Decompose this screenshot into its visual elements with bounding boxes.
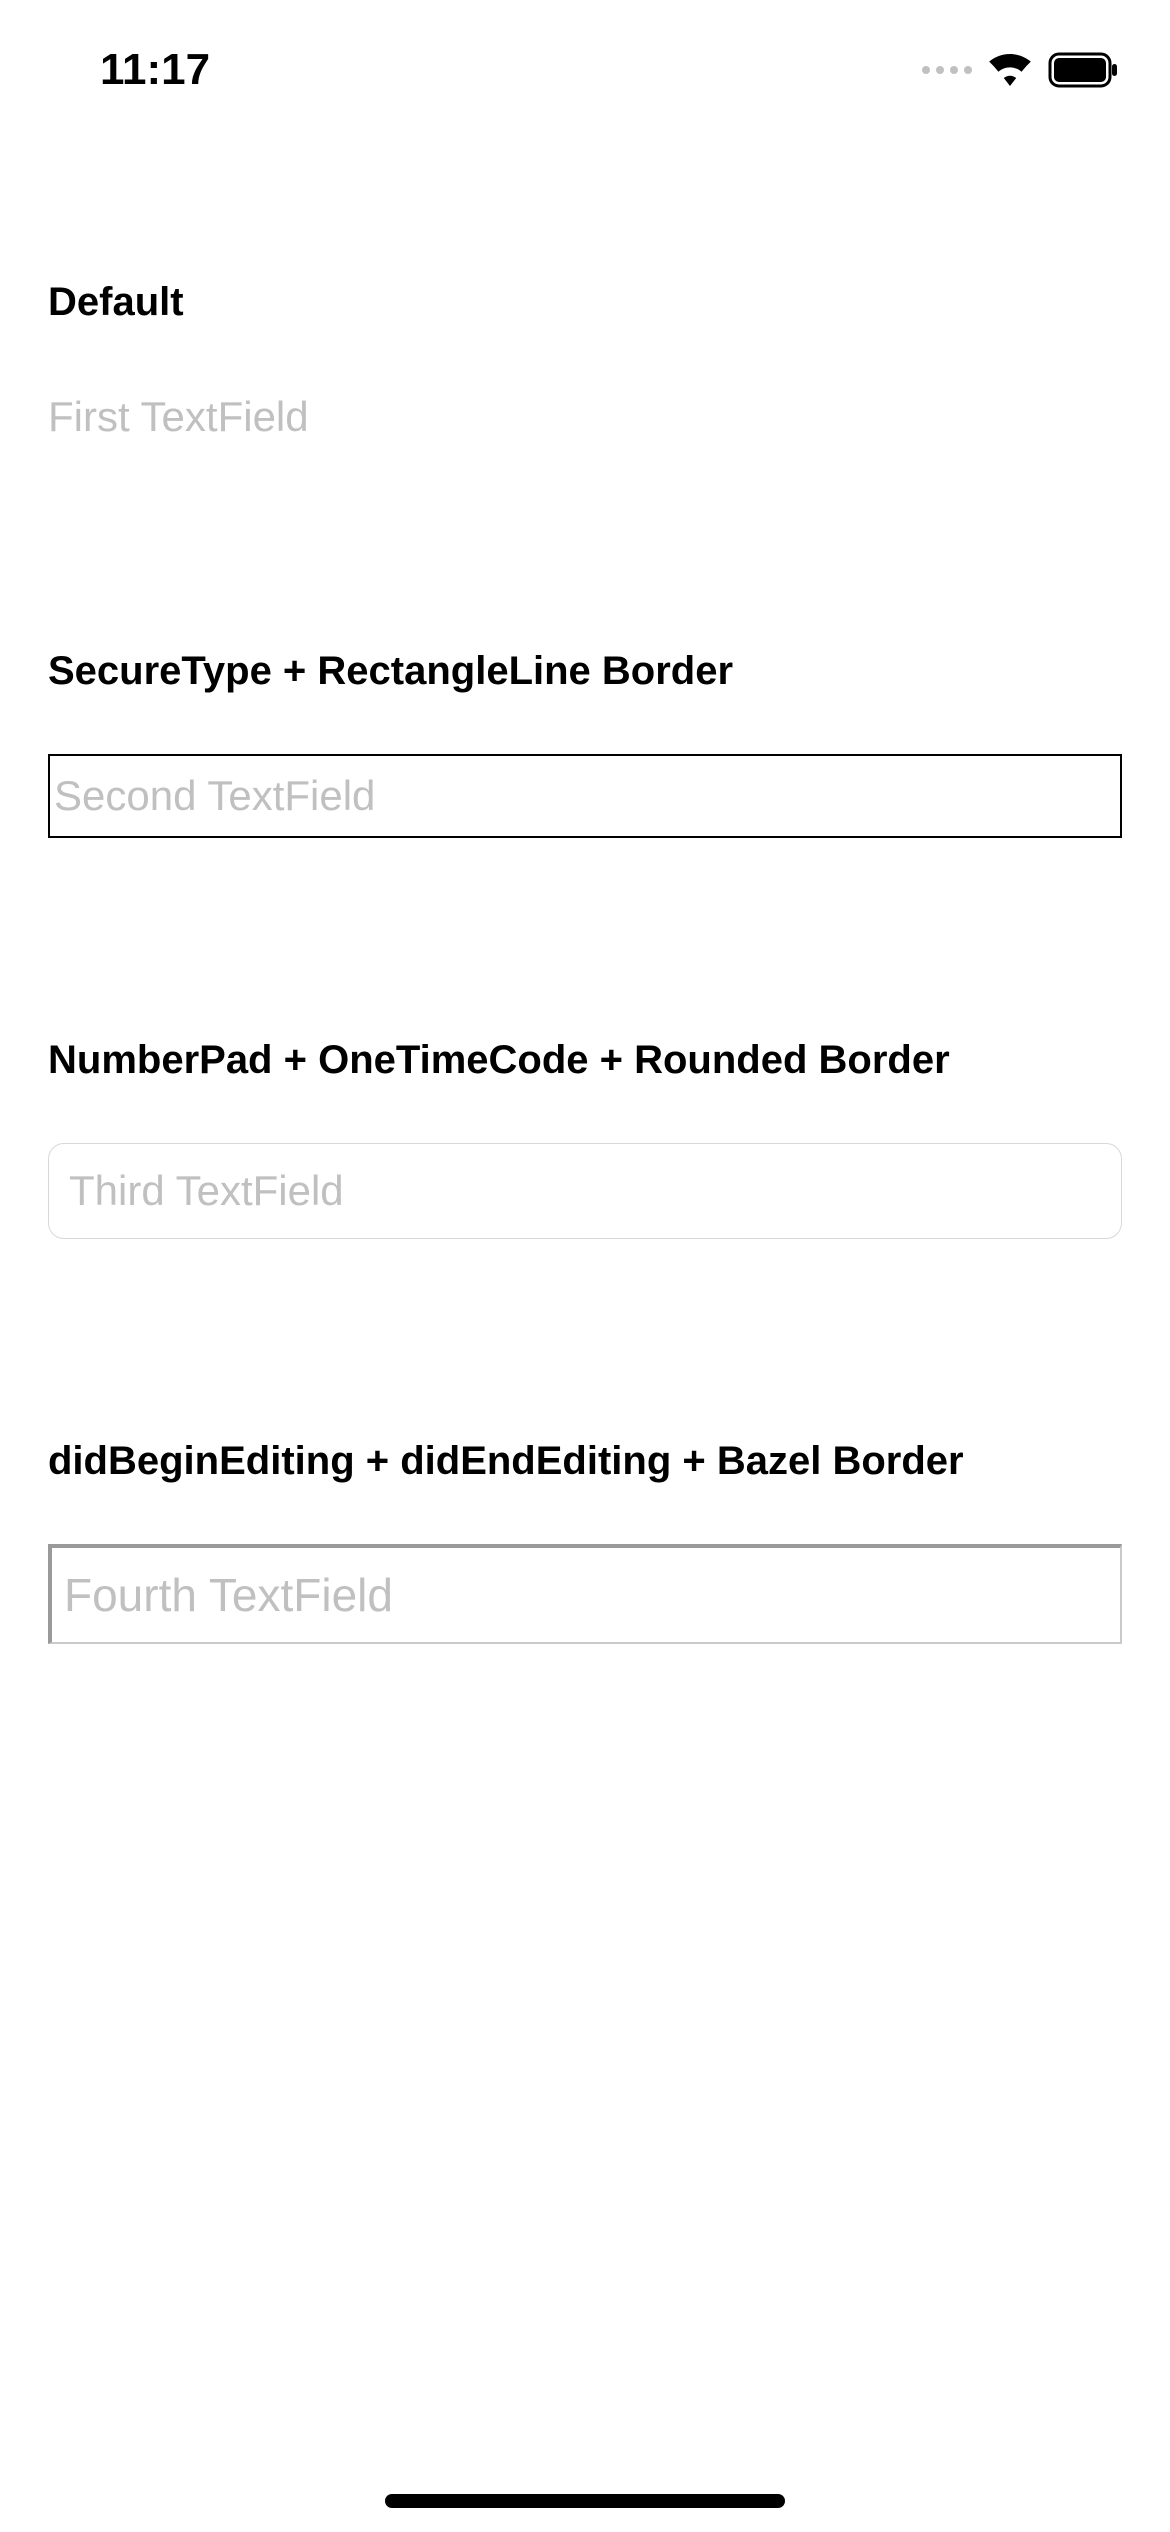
first-textfield[interactable]: [48, 385, 1122, 449]
section-label-default: Default: [48, 280, 1122, 325]
fourth-textfield[interactable]: [48, 1544, 1122, 1644]
second-textfield[interactable]: [48, 754, 1122, 838]
section-secure-line: SecureType + RectangleLine Border: [48, 649, 1122, 838]
home-indicator[interactable]: [385, 2494, 785, 2508]
third-textfield[interactable]: [48, 1143, 1122, 1239]
status-bar: 11:17: [0, 0, 1170, 140]
battery-icon: [1048, 52, 1120, 88]
section-label-editing: didBeginEditing + didEndEditing + Bazel …: [48, 1439, 1122, 1484]
section-default: Default: [48, 280, 1122, 449]
status-right: [922, 52, 1120, 88]
section-label-secure: SecureType + RectangleLine Border: [48, 649, 1122, 694]
section-label-numberpad: NumberPad + OneTimeCode + Rounded Border: [48, 1038, 1122, 1083]
content-area: Default SecureType + RectangleLine Borde…: [0, 0, 1170, 1644]
section-editing-bezel: didBeginEditing + didEndEditing + Bazel …: [48, 1439, 1122, 1644]
cellular-signal-icon: [922, 66, 972, 74]
wifi-icon: [988, 54, 1032, 86]
section-numberpad-rounded: NumberPad + OneTimeCode + Rounded Border: [48, 1038, 1122, 1239]
status-time: 11:17: [100, 45, 210, 95]
